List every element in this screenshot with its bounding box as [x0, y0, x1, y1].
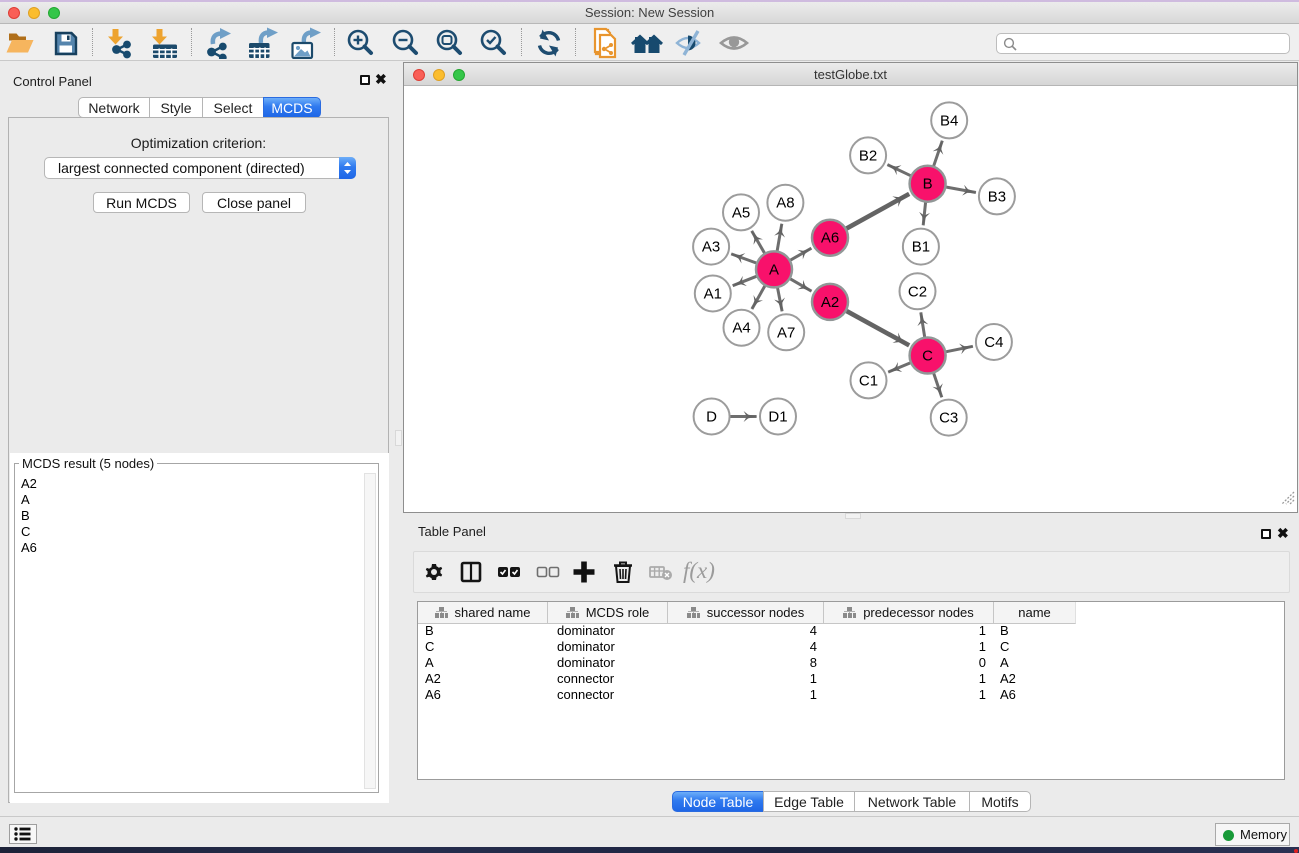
svg-text:B2: B2: [859, 147, 877, 164]
svg-text:A6: A6: [821, 230, 839, 247]
svg-text:A4: A4: [732, 320, 750, 337]
svg-text:A5: A5: [732, 204, 750, 221]
svg-text:C4: C4: [984, 334, 1003, 351]
svg-text:A1: A1: [704, 286, 722, 303]
svg-text:A3: A3: [702, 239, 720, 256]
svg-text:A7: A7: [777, 324, 795, 341]
svg-text:B4: B4: [940, 112, 958, 129]
svg-text:C1: C1: [859, 372, 878, 389]
svg-text:C: C: [922, 348, 933, 365]
svg-text:D: D: [706, 409, 717, 426]
svg-text:A: A: [769, 261, 779, 278]
svg-text:B1: B1: [912, 239, 930, 256]
svg-text:B3: B3: [988, 188, 1006, 205]
svg-text:A2: A2: [821, 294, 839, 311]
svg-text:A8: A8: [776, 195, 794, 212]
svg-text:C3: C3: [939, 410, 958, 427]
svg-text:C2: C2: [908, 283, 927, 300]
svg-text:B: B: [923, 176, 933, 193]
svg-text:D1: D1: [768, 409, 787, 426]
